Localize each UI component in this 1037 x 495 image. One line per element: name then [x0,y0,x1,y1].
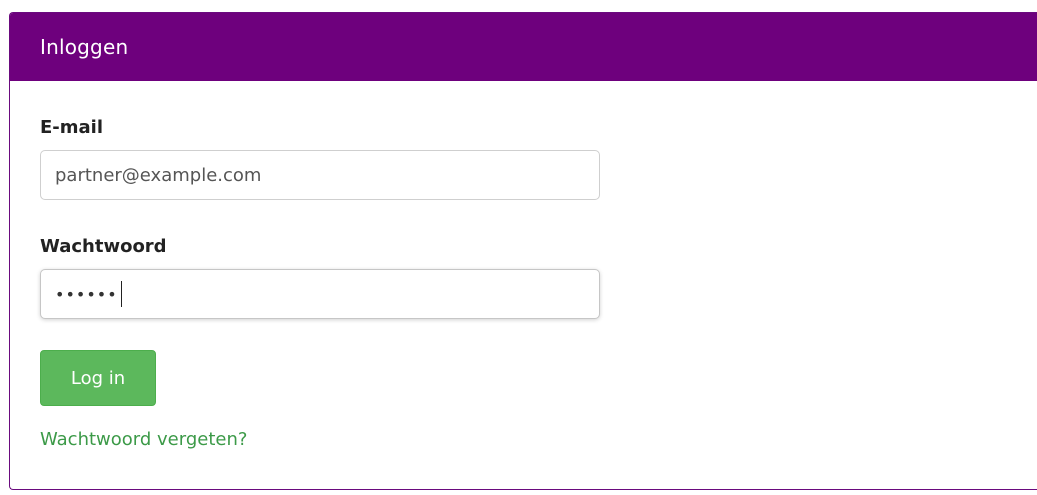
panel-title: Inloggen [40,35,129,59]
email-label: E-mail [40,117,104,138]
password-label: Wachtwoord [40,236,167,257]
email-field[interactable] [40,150,600,200]
text-caret [120,281,122,307]
password-masked-value: •••••• [55,284,118,304]
login-panel: Inloggen E-mail Wachtwoord •••••• Log in… [9,12,1037,490]
panel-header: Inloggen [10,13,1037,81]
login-button[interactable]: Log in [40,350,156,406]
password-field[interactable]: •••••• [40,269,600,319]
forgot-password-link[interactable]: Wachtwoord vergeten? [40,429,247,450]
